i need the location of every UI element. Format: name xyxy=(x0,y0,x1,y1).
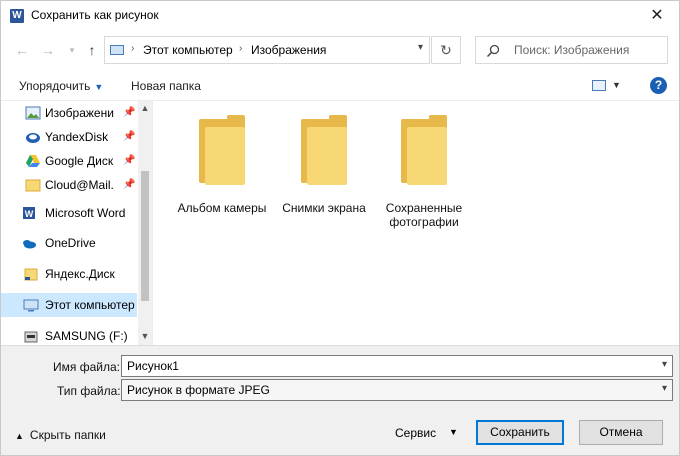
folder-icon xyxy=(297,115,351,187)
pin-icon: 📌 xyxy=(123,155,136,166)
sidebar-item-google-drive[interactable]: Google Диск 📌 xyxy=(1,149,137,173)
word-app-icon: W xyxy=(10,9,24,23)
svg-text:W: W xyxy=(25,209,34,219)
folder-item[interactable]: Альбом камеры xyxy=(167,115,277,215)
folder-label: Сохраненные фотографии xyxy=(385,201,463,229)
cancel-button[interactable]: Отмена xyxy=(579,420,663,445)
sidebar-item-pictures[interactable]: Изображени 📌 xyxy=(1,101,137,125)
folder-item[interactable]: Снимки экрана xyxy=(269,115,379,215)
pin-icon: 📌 xyxy=(123,107,136,118)
view-options-icon[interactable] xyxy=(592,80,606,91)
breadcrumb-separator-icon[interactable]: › xyxy=(239,43,242,54)
folder-item[interactable]: Сохраненные фотографии xyxy=(369,115,479,229)
filename-input[interactable]: Рисунок1 ▾ xyxy=(121,355,673,377)
forward-arrow-icon[interactable]: → xyxy=(39,41,57,59)
folder-label: Альбом камеры xyxy=(177,201,267,215)
search-icon xyxy=(486,44,500,58)
close-button[interactable]: ✕ xyxy=(635,1,679,31)
chevron-down-icon[interactable]: ▾ xyxy=(662,383,667,394)
pictures-icon xyxy=(25,106,41,120)
sidebar-item-cloud-mail[interactable]: Cloud@Mail. 📌 xyxy=(1,173,137,197)
filename-label: Имя файла: xyxy=(53,360,120,374)
folder-icon xyxy=(397,115,451,187)
up-arrow-icon[interactable]: ↑ xyxy=(83,41,101,59)
breadcrumb-separator-icon[interactable]: › xyxy=(131,43,134,54)
onedrive-cloud-icon xyxy=(23,240,36,249)
search-box[interactable]: Поиск: Изображения xyxy=(475,36,668,64)
save-button[interactable]: Сохранить xyxy=(476,420,564,445)
scrollbar-thumb[interactable] xyxy=(141,171,149,301)
hide-folders-label: Скрыть папки xyxy=(29,428,106,442)
refresh-button[interactable]: ↻ xyxy=(431,36,461,64)
sidebar-item-this-pc[interactable]: Этот компьютер xyxy=(1,293,137,317)
computer-icon xyxy=(23,299,39,312)
hide-folders-toggle[interactable]: ▲ Скрыть папки xyxy=(15,428,106,442)
navigation-pane: Изображени 📌 YandexDisk 📌 Google Диск 📌 … xyxy=(1,101,153,345)
sidebar-item-label: Изображени xyxy=(45,106,114,120)
address-bar[interactable]: › Этот компьютер › Изображения ▾ xyxy=(104,36,430,64)
chevron-up-icon[interactable]: ▲ xyxy=(138,103,152,113)
drive-icon xyxy=(24,331,38,343)
sidebar-item-label: Этот компьютер xyxy=(45,298,135,312)
save-as-dialog: W Сохранить как рисунок ✕ ← → ▾ ↑ › Этот… xyxy=(0,0,680,456)
chevron-down-icon: ▼ xyxy=(94,82,104,92)
sidebar-item-samsung-drive[interactable]: SAMSUNG (F:) xyxy=(1,324,137,345)
chevron-down-icon[interactable]: ▼ xyxy=(612,80,621,90)
organize-menu[interactable]: Упорядочить ▼ xyxy=(19,79,103,93)
sidebar-item-label: YandexDisk xyxy=(45,130,109,144)
sidebar-item-label: Cloud@Mail. xyxy=(45,178,114,192)
navigation-pane-scrollbar[interactable]: ▲ ▼ xyxy=(138,101,152,345)
folder-label: Снимки экрана xyxy=(282,201,366,215)
title-bar: W Сохранить как рисунок ✕ xyxy=(1,1,679,31)
chevron-down-icon[interactable]: ▾ xyxy=(418,42,423,53)
breadcrumb-pictures[interactable]: Изображения xyxy=(251,43,326,57)
organize-label: Упорядочить xyxy=(19,79,91,93)
pin-icon: 📌 xyxy=(123,131,136,142)
sidebar-item-onedrive[interactable]: OneDrive xyxy=(1,231,137,255)
sidebar-item-label: Яндекс.Диск xyxy=(45,267,115,281)
filetype-value: Рисунок в формате JPEG xyxy=(127,383,270,397)
back-arrow-icon[interactable]: ← xyxy=(13,41,31,59)
computer-icon xyxy=(110,45,124,55)
sidebar-item-label: Microsoft Word xyxy=(45,206,126,220)
tools-menu[interactable]: Сервис xyxy=(395,426,436,440)
sidebar-item-label: OneDrive xyxy=(45,236,96,250)
folder-icon xyxy=(24,268,38,281)
search-placeholder: Поиск: Изображения xyxy=(514,43,630,57)
chevron-down-icon[interactable]: ▼ xyxy=(138,331,152,341)
help-icon[interactable]: ? xyxy=(650,77,667,94)
folder-icon xyxy=(25,179,41,192)
sidebar-item-label: SAMSUNG (F:) xyxy=(45,329,128,343)
yandex-disk-icon xyxy=(26,133,40,143)
navigation-bar: ← → ▾ ↑ › Этот компьютер › Изображения ▾… xyxy=(1,35,679,65)
window-title: Сохранить как рисунок xyxy=(31,8,159,22)
file-list: Альбом камеры Снимки экрана Сохраненные … xyxy=(154,101,679,345)
chevron-down-icon[interactable]: ▼ xyxy=(449,427,458,437)
sidebar-item-label: Google Диск xyxy=(45,154,114,168)
toolbar: Упорядочить ▼ Новая папка ▼ ? xyxy=(1,71,679,101)
filename-value: Рисунок1 xyxy=(127,359,179,373)
sidebar-item-microsoft-word[interactable]: W Microsoft Word xyxy=(1,201,137,225)
filetype-select[interactable]: Рисунок в формате JPEG ▾ xyxy=(121,379,673,401)
recent-locations-chevron-icon[interactable]: ▾ xyxy=(63,41,81,59)
google-drive-icon xyxy=(26,155,40,167)
new-folder-button[interactable]: Новая папка xyxy=(131,79,201,93)
pin-icon: 📌 xyxy=(123,179,136,190)
filetype-label: Тип файла: xyxy=(57,384,121,398)
save-form: Имя файла: Рисунок1 ▾ Тип файла: Рисунок… xyxy=(1,345,679,455)
word-icon: W xyxy=(23,207,35,219)
chevron-down-icon[interactable]: ▾ xyxy=(662,359,667,370)
sidebar-item-yandexdisk[interactable]: YandexDisk 📌 xyxy=(1,125,137,149)
folder-icon xyxy=(195,115,249,187)
refresh-icon: ↻ xyxy=(440,42,452,58)
chevron-up-icon: ▲ xyxy=(15,431,24,441)
sidebar-item-yandex-disk-folder[interactable]: Яндекс.Диск xyxy=(1,262,137,286)
breadcrumb-this-pc[interactable]: Этот компьютер xyxy=(143,43,233,57)
